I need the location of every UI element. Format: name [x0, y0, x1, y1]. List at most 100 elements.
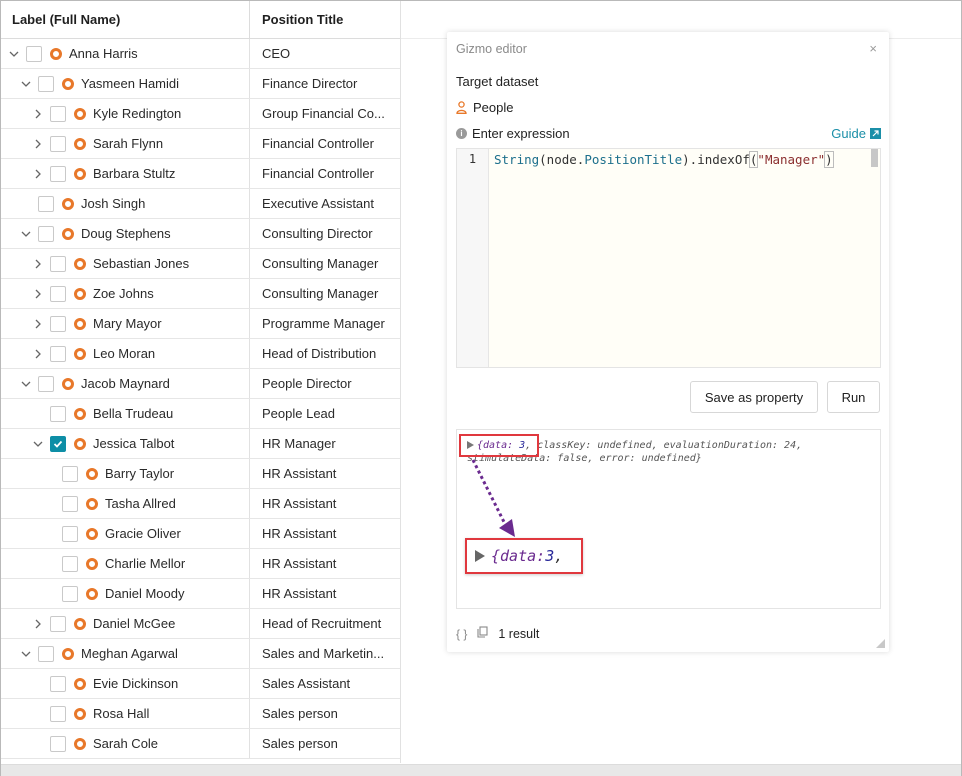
- chevron-down-icon[interactable]: [19, 227, 33, 241]
- node-ring-icon: [62, 77, 74, 90]
- table-row[interactable]: Gracie Oliver HR Assistant: [1, 519, 400, 549]
- position-cell: HR Assistant: [250, 459, 400, 488]
- row-checkbox[interactable]: [62, 465, 78, 482]
- row-checkbox[interactable]: [50, 615, 66, 632]
- row-checkbox[interactable]: [50, 285, 66, 302]
- dataset-selector[interactable]: People: [456, 100, 513, 115]
- table-row[interactable]: Bella Trudeau People Lead: [1, 399, 400, 429]
- position-cell: Head of Distribution: [250, 339, 400, 368]
- row-checkbox[interactable]: [50, 105, 66, 122]
- person-name: Jacob Maynard: [81, 376, 170, 391]
- editor-scrollbar[interactable]: [871, 149, 878, 167]
- row-checkbox[interactable]: [62, 525, 78, 542]
- label-cell: Leo Moran: [1, 339, 250, 368]
- position-title: Programme Manager: [262, 316, 385, 331]
- row-checkbox[interactable]: [50, 315, 66, 332]
- row-checkbox[interactable]: [50, 135, 66, 152]
- target-dataset-label: Target dataset: [456, 74, 539, 89]
- row-checkbox[interactable]: [50, 345, 66, 362]
- chevron-right-icon[interactable]: [31, 137, 45, 151]
- chevron-down-icon[interactable]: [19, 377, 33, 391]
- code-line[interactable]: String(node.PositionTitle).indexOf("Mana…: [489, 149, 880, 367]
- expand-triangle-icon: [475, 550, 485, 562]
- row-checkbox[interactable]: [62, 585, 78, 602]
- table-row[interactable]: Doug Stephens Consulting Director: [1, 219, 400, 249]
- panel-footer: { } 1 result: [456, 626, 539, 641]
- chevron-right-icon[interactable]: [31, 257, 45, 271]
- row-checkbox[interactable]: [50, 255, 66, 272]
- node-ring-icon: [74, 347, 86, 360]
- table-row[interactable]: Jacob Maynard People Director: [1, 369, 400, 399]
- table-row[interactable]: Yasmeen Hamidi Finance Director: [1, 69, 400, 99]
- chevron-right-icon[interactable]: [31, 617, 45, 631]
- table-row[interactable]: Kyle Redington Group Financial Co...: [1, 99, 400, 129]
- row-checkbox[interactable]: [38, 75, 54, 92]
- person-name: Josh Singh: [81, 196, 146, 211]
- chevron-right-icon[interactable]: [31, 167, 45, 181]
- row-checkbox[interactable]: [50, 165, 66, 182]
- row-checkbox[interactable]: [26, 45, 42, 62]
- position-cell: HR Assistant: [250, 549, 400, 578]
- row-checkbox[interactable]: [50, 435, 66, 452]
- table-row[interactable]: Zoe Johns Consulting Manager: [1, 279, 400, 309]
- save-as-property-button[interactable]: Save as property: [690, 381, 818, 413]
- row-checkbox[interactable]: [38, 375, 54, 392]
- code-braces-icon[interactable]: { }: [456, 627, 467, 641]
- table-row[interactable]: Daniel McGee Head of Recruitment: [1, 609, 400, 639]
- position-cell: Executive Assistant: [250, 189, 400, 218]
- chevron-down-icon[interactable]: [19, 77, 33, 91]
- table-row[interactable]: Daniel Moody HR Assistant: [1, 579, 400, 609]
- table-row[interactable]: Sebastian Jones Consulting Manager: [1, 249, 400, 279]
- guide-link[interactable]: Guide: [831, 126, 881, 141]
- table-row[interactable]: Evie Dickinson Sales Assistant: [1, 669, 400, 699]
- node-ring-icon: [86, 557, 98, 570]
- row-checkbox[interactable]: [62, 555, 78, 572]
- table-row[interactable]: Meghan Agarwal Sales and Marketin...: [1, 639, 400, 669]
- table-row[interactable]: Jessica Talbot HR Manager: [1, 429, 400, 459]
- label-cell: Barbara Stultz: [1, 159, 250, 188]
- table-row[interactable]: Mary Mayor Programme Manager: [1, 309, 400, 339]
- chevron-right-icon[interactable]: [31, 347, 45, 361]
- label-cell: Zoe Johns: [1, 279, 250, 308]
- table-row[interactable]: Charlie Mellor HR Assistant: [1, 549, 400, 579]
- copy-icon[interactable]: [477, 626, 488, 641]
- chevron-down-icon[interactable]: [31, 437, 45, 451]
- expression-editor[interactable]: 1 String(node.PositionTitle).indexOf("Ma…: [456, 148, 881, 368]
- zoomed-highlight-callout: {data: 3,: [465, 538, 583, 574]
- chevron-down-icon[interactable]: [19, 647, 33, 661]
- table-row[interactable]: Barbara Stultz Financial Controller: [1, 159, 400, 189]
- row-checkbox[interactable]: [38, 195, 54, 212]
- row-checkbox[interactable]: [38, 225, 54, 242]
- close-icon[interactable]: ×: [869, 41, 877, 56]
- row-checkbox[interactable]: [50, 675, 66, 692]
- table-row[interactable]: Sarah Cole Sales person: [1, 729, 400, 759]
- position-cell: People Director: [250, 369, 400, 398]
- table-row[interactable]: Josh Singh Executive Assistant: [1, 189, 400, 219]
- node-ring-icon: [74, 167, 86, 180]
- resize-handle-icon[interactable]: [876, 639, 885, 648]
- row-checkbox[interactable]: [50, 405, 66, 422]
- column-header-position[interactable]: Position Title: [250, 1, 400, 38]
- node-ring-icon: [74, 107, 86, 120]
- table-row[interactable]: Tasha Allred HR Assistant: [1, 489, 400, 519]
- table-row[interactable]: Rosa Hall Sales person: [1, 699, 400, 729]
- table-row[interactable]: Leo Moran Head of Distribution: [1, 339, 400, 369]
- row-checkbox[interactable]: [62, 495, 78, 512]
- result-count: 1 result: [498, 626, 540, 641]
- chevron-right-icon[interactable]: [31, 287, 45, 301]
- horizontal-scrollbar[interactable]: [1, 764, 961, 776]
- chevron-right-icon[interactable]: [31, 107, 45, 121]
- chevron-right-icon[interactable]: [31, 317, 45, 331]
- chevron-down-icon[interactable]: [7, 47, 21, 61]
- table-row[interactable]: Barry Taylor HR Assistant: [1, 459, 400, 489]
- person-name: Doug Stephens: [81, 226, 171, 241]
- row-checkbox[interactable]: [38, 645, 54, 662]
- row-checkbox[interactable]: [50, 705, 66, 722]
- table-row[interactable]: Sarah Flynn Financial Controller: [1, 129, 400, 159]
- table-row[interactable]: Anna Harris CEO: [1, 39, 400, 69]
- row-checkbox[interactable]: [50, 735, 66, 752]
- run-button[interactable]: Run: [827, 381, 880, 413]
- column-header-label[interactable]: Label (Full Name): [1, 1, 250, 38]
- person-name: Kyle Redington: [93, 106, 182, 121]
